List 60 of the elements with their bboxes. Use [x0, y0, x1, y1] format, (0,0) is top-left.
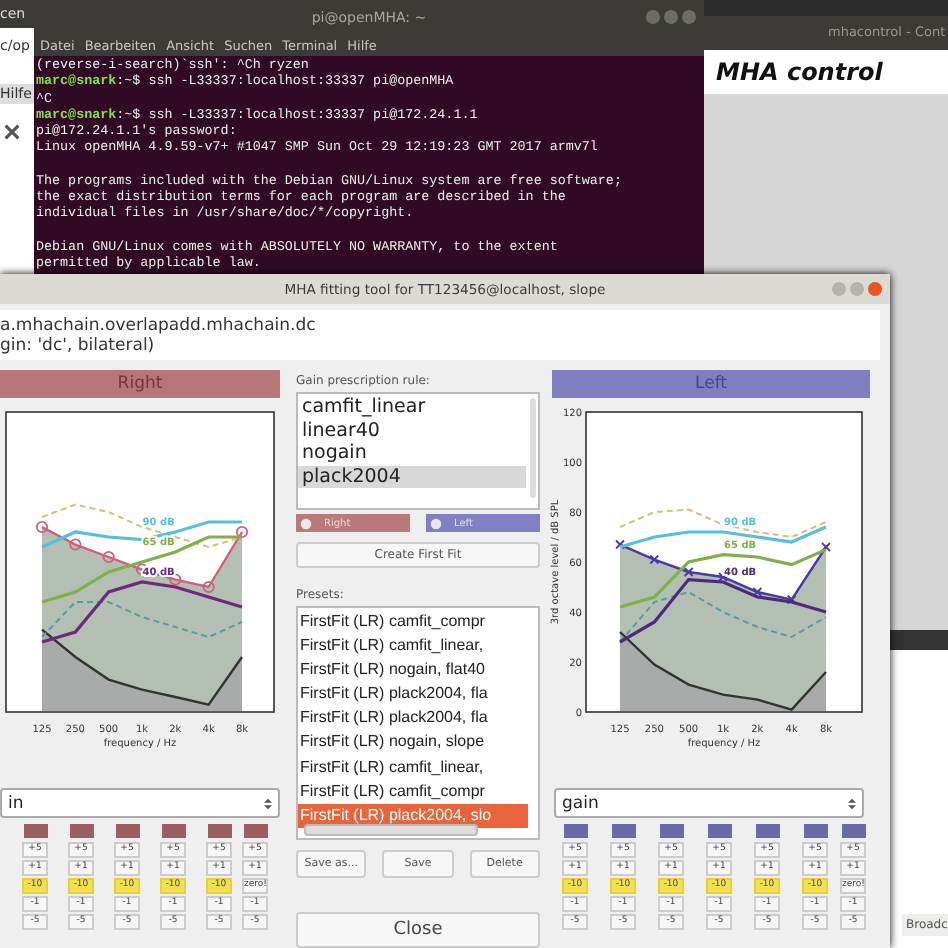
maximize-icon[interactable]	[850, 282, 864, 296]
list-item[interactable]: FirstFit (LR) nogain, slope	[298, 730, 528, 756]
maximize-icon[interactable]	[664, 10, 678, 24]
scrollbar[interactable]	[530, 398, 536, 498]
gain-dropdown[interactable]: gain	[554, 788, 864, 818]
data-marker	[718, 572, 728, 582]
list-item[interactable]: FirstFit (LR) nogain, flat40	[298, 658, 528, 683]
band-header	[243, 824, 267, 838]
data-marker	[786, 594, 797, 605]
band-header	[659, 824, 683, 838]
band-header	[611, 824, 635, 838]
list-item[interactable]: FirstFit (LR) plack2004, fla	[298, 706, 528, 731]
band-header	[115, 824, 139, 838]
data-marker	[169, 573, 182, 586]
band-header	[23, 824, 47, 838]
ear-header: Left	[552, 370, 870, 398]
list-item[interactable]: FirstFit (LR) camfit_compr	[298, 610, 528, 635]
band-header	[207, 824, 231, 838]
band-header	[755, 824, 779, 838]
close-button[interactable]: Close	[296, 912, 540, 948]
data-marker	[102, 550, 115, 564]
data-marker	[202, 580, 215, 594]
list-item[interactable]: plack2004	[298, 465, 526, 488]
data-marker	[235, 525, 249, 539]
rule-list[interactable]: camfit_linear linear40 nogain plack2004	[296, 392, 540, 510]
data-marker	[649, 554, 660, 565]
list-item[interactable]: FirstFit (LR) camfit_linear,	[298, 755, 528, 780]
band-header	[69, 824, 93, 838]
list-item[interactable]: FirstFit (LR) camfit_compr	[298, 779, 528, 804]
data-marker	[69, 538, 82, 551]
preset-list[interactable]	[296, 606, 540, 840]
band-header	[563, 824, 587, 838]
app-heading: MHA control	[716, 58, 883, 86]
data-marker	[683, 567, 694, 577]
data-marker	[35, 520, 49, 534]
data-marker	[821, 542, 831, 552]
list-item[interactable]: FirstFit (LR) camfit_linear,	[298, 634, 528, 659]
scrollbar[interactable]	[304, 824, 478, 836]
data-marker	[752, 587, 763, 597]
list-item[interactable]: FirstFit (LR) plack2004, fla	[298, 682, 528, 707]
radio-icon	[430, 517, 442, 529]
info-text: gin: 'dc', bilateral)	[0, 336, 157, 356]
band-header	[841, 824, 865, 838]
radio-icon	[300, 517, 312, 529]
band-header	[161, 824, 185, 838]
title-bar	[886, 630, 948, 650]
gain-dropdown[interactable]: in	[0, 788, 280, 818]
info-text: a.mhachain.overlapadd.mhachain.dc	[0, 316, 318, 336]
band-header	[803, 824, 827, 838]
minimize-icon[interactable]	[646, 10, 660, 24]
list-item[interactable]: camfit_linear	[298, 396, 526, 419]
list-item[interactable]: linear40	[298, 419, 526, 442]
list-item[interactable]: nogain	[298, 442, 526, 465]
close-icon[interactable]	[4, 124, 20, 140]
updown-icon	[264, 795, 272, 811]
updown-icon	[848, 795, 856, 811]
data-marker	[615, 539, 625, 550]
ear-header: Right	[0, 370, 280, 398]
band-header	[707, 824, 731, 838]
minimize-icon[interactable]	[832, 282, 846, 296]
